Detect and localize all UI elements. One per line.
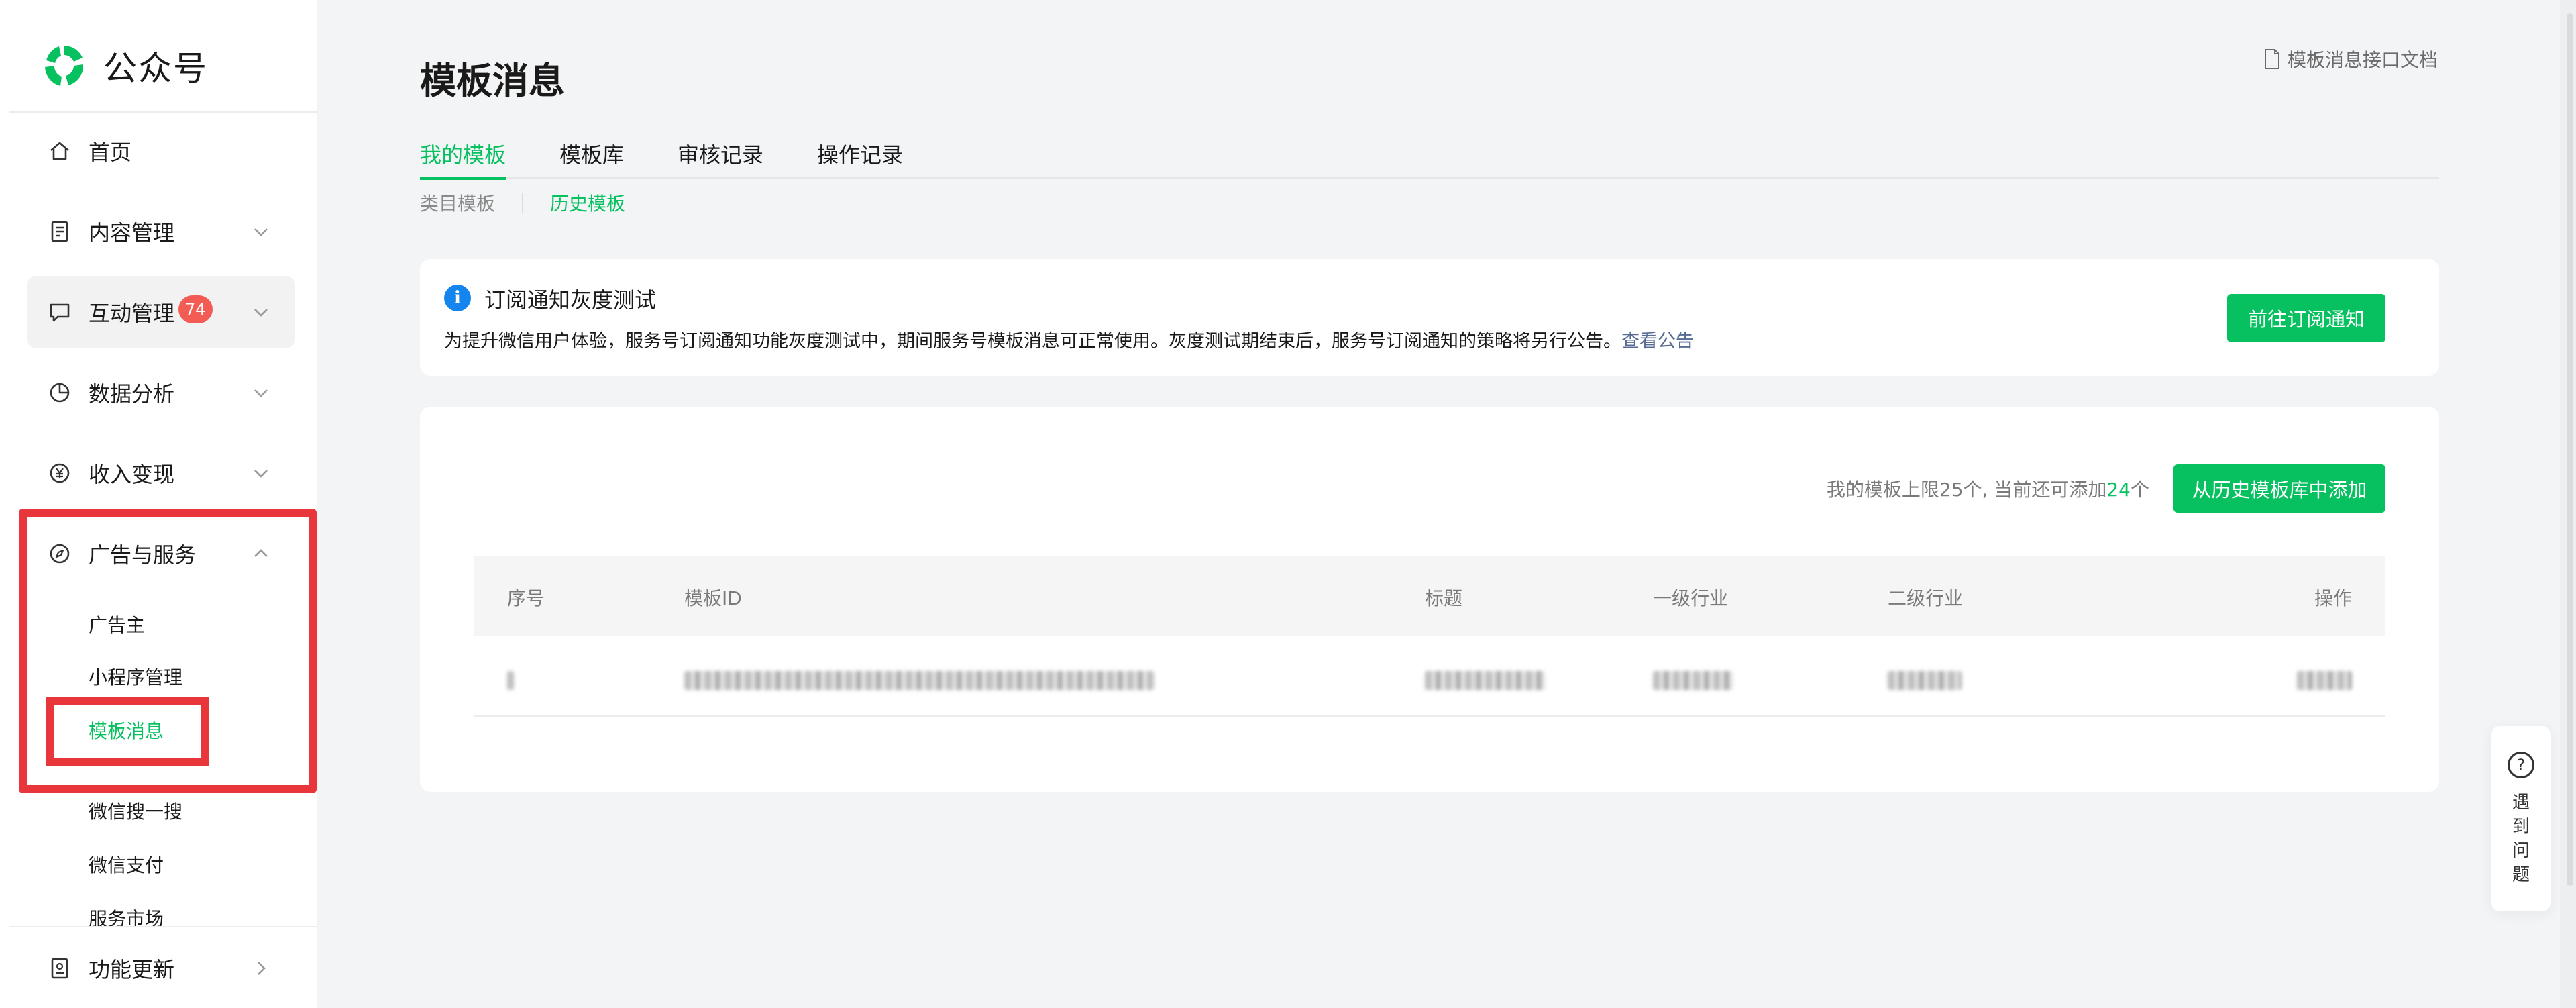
chevron-down-icon — [254, 470, 268, 478]
wechat-official-logo-icon — [45, 46, 84, 86]
subtab-separator — [522, 193, 524, 213]
sidebar-subitem-wechat-search[interactable]: 微信搜一搜 — [89, 791, 182, 831]
notice-body-text: 为提升微信用户体验，服务号订阅通知功能灰度测试中，期间服务号模板消息可正常使用。… — [444, 331, 1621, 352]
column-header-industry-1: 一级行业 — [1653, 587, 1729, 609]
redacted-action-link[interactable] — [2297, 671, 2352, 690]
add-from-history-button[interactable]: 从历史模板库中添加 — [2174, 464, 2385, 513]
template-table: 序号 模板ID 标题 一级行业 二级行业 操作 — [474, 556, 2385, 717]
brand-name: 公众号 — [103, 49, 208, 88]
notice-body: 为提升微信用户体验，服务号订阅通知功能灰度测试中，期间服务号模板消息可正常使用。… — [444, 326, 1694, 352]
update-notebook-icon — [51, 958, 68, 979]
redacted-template-id — [684, 671, 1154, 690]
sidebar-item-label: 广告与服务 — [89, 542, 197, 568]
sidebar-item-ads-services[interactable]: 广告与服务 — [27, 518, 295, 589]
sidebar-subitem-miniprogram[interactable]: 小程序管理 — [89, 656, 182, 697]
notice-title: 订阅通知灰度测试 — [484, 287, 657, 313]
chevron-down-icon — [254, 228, 268, 236]
table-header: 序号 模板ID 标题 一级行业 二级行业 操作 — [474, 556, 2385, 636]
template-limit-text: 我的模板上限25个, 当前还可添加24个 — [1827, 475, 2149, 502]
chevron-up-icon — [254, 549, 268, 557]
help-label: 遇到问题 — [2512, 793, 2530, 885]
document-icon — [51, 221, 68, 242]
sidebar-subitem-template-message[interactable]: 模板消息 — [89, 710, 164, 750]
sidebar: 公众号 首页 内容管理 互动管理 74 数据分析 收入变现 广告与服务 广告主 … — [0, 0, 317, 1008]
view-announcement-link[interactable]: 查看公告 — [1621, 331, 1694, 352]
sidebar-item-label: 数据分析 — [89, 381, 175, 407]
redacted-industry-2 — [1888, 671, 1962, 690]
sidebar-divider — [9, 926, 317, 927]
chevron-right-icon — [258, 962, 266, 975]
sidebar-item-label: 内容管理 — [89, 220, 175, 246]
column-header-template-id: 模板ID — [684, 587, 742, 609]
sidebar-item-interaction[interactable]: 互动管理 74 — [27, 276, 295, 348]
home-icon — [50, 142, 69, 160]
table-row — [474, 636, 2385, 717]
tab-my-templates[interactable]: 我的模板 — [420, 138, 506, 180]
notice-card: i 订阅通知灰度测试 为提升微信用户体验，服务号订阅通知功能灰度测试中，期间服务… — [420, 259, 2439, 376]
page-scrollbar[interactable] — [2560, 0, 2576, 1008]
sidebar-item-analytics[interactable]: 数据分析 — [27, 357, 295, 428]
template-list-card: 我的模板上限25个, 当前还可添加24个 从历史模板库中添加 序号 模板ID 标… — [420, 407, 2439, 792]
sidebar-subitem-service-market[interactable]: 服务市场 — [89, 905, 164, 931]
sidebar-item-content[interactable]: 内容管理 — [27, 196, 295, 267]
chat-bubble-icon — [50, 303, 70, 322]
page-title: 模板消息 — [420, 60, 565, 102]
go-subscribe-notice-button[interactable]: 前往订阅通知 — [2227, 294, 2385, 342]
compass-icon — [50, 544, 70, 564]
tab-review-records[interactable]: 审核记录 — [678, 138, 763, 179]
app-root: 公众号 首页 内容管理 互动管理 74 数据分析 收入变现 广告与服务 广告主 … — [0, 0, 2576, 1008]
tab-operation-records[interactable]: 操作记录 — [817, 138, 903, 179]
notification-badge: 74 — [178, 295, 213, 323]
info-icon: i — [444, 285, 471, 311]
column-header-actions: 操作 — [2314, 587, 2352, 609]
subtab-bar: 类目模板 历史模板 — [420, 189, 625, 216]
yen-coin-icon — [50, 463, 70, 483]
column-header-index: 序号 — [507, 587, 545, 609]
column-header-title: 标题 — [1425, 587, 1463, 609]
template-limit-remaining: 24 — [2106, 478, 2131, 501]
subtab-category-templates[interactable]: 类目模板 — [420, 189, 495, 216]
sidebar-item-label: 收入变现 — [89, 462, 175, 487]
template-limit-prefix: 我的模板上限25个, 当前还可添加 — [1826, 478, 2107, 501]
subtab-history-templates[interactable]: 历史模板 — [550, 189, 625, 216]
sidebar-divider — [9, 111, 317, 113]
sidebar-item-label: 首页 — [89, 140, 132, 165]
sidebar-item-label: 功能更新 — [89, 957, 175, 982]
api-doc-link[interactable]: 模板消息接口文档 — [2263, 46, 2438, 72]
sidebar-item-home[interactable]: 首页 — [27, 115, 295, 187]
brand[interactable]: 公众号 — [40, 39, 208, 93]
pie-chart-icon — [50, 383, 70, 403]
sidebar-item-feature-updates[interactable]: 功能更新 — [27, 933, 295, 1004]
tab-bar: 我的模板 模板库 审核记录 操作记录 — [420, 138, 2439, 180]
sidebar-item-monetization[interactable]: 收入变现 — [27, 438, 295, 509]
file-icon — [2264, 49, 2279, 69]
sidebar-subitem-wechat-pay[interactable]: 微信支付 — [89, 844, 164, 885]
template-limit-suffix: 个 — [2130, 478, 2149, 501]
column-header-industry-2: 二级行业 — [1888, 587, 1964, 609]
api-doc-link-label: 模板消息接口文档 — [2287, 49, 2438, 71]
sidebar-item-label: 互动管理 — [89, 301, 175, 326]
page-scrollbar-thumb[interactable] — [2567, 13, 2573, 886]
question-circle-icon: ? — [2508, 752, 2534, 778]
help-float-button[interactable]: ? 遇到问题 — [2491, 726, 2551, 911]
tab-template-library[interactable]: 模板库 — [559, 138, 624, 179]
redacted-industry-1 — [1653, 671, 1733, 690]
redacted-index — [507, 671, 514, 690]
chevron-down-icon — [254, 389, 268, 397]
chevron-down-icon — [254, 309, 268, 317]
sidebar-subitem-advertiser[interactable]: 广告主 — [89, 604, 145, 644]
redacted-title — [1425, 671, 1546, 690]
